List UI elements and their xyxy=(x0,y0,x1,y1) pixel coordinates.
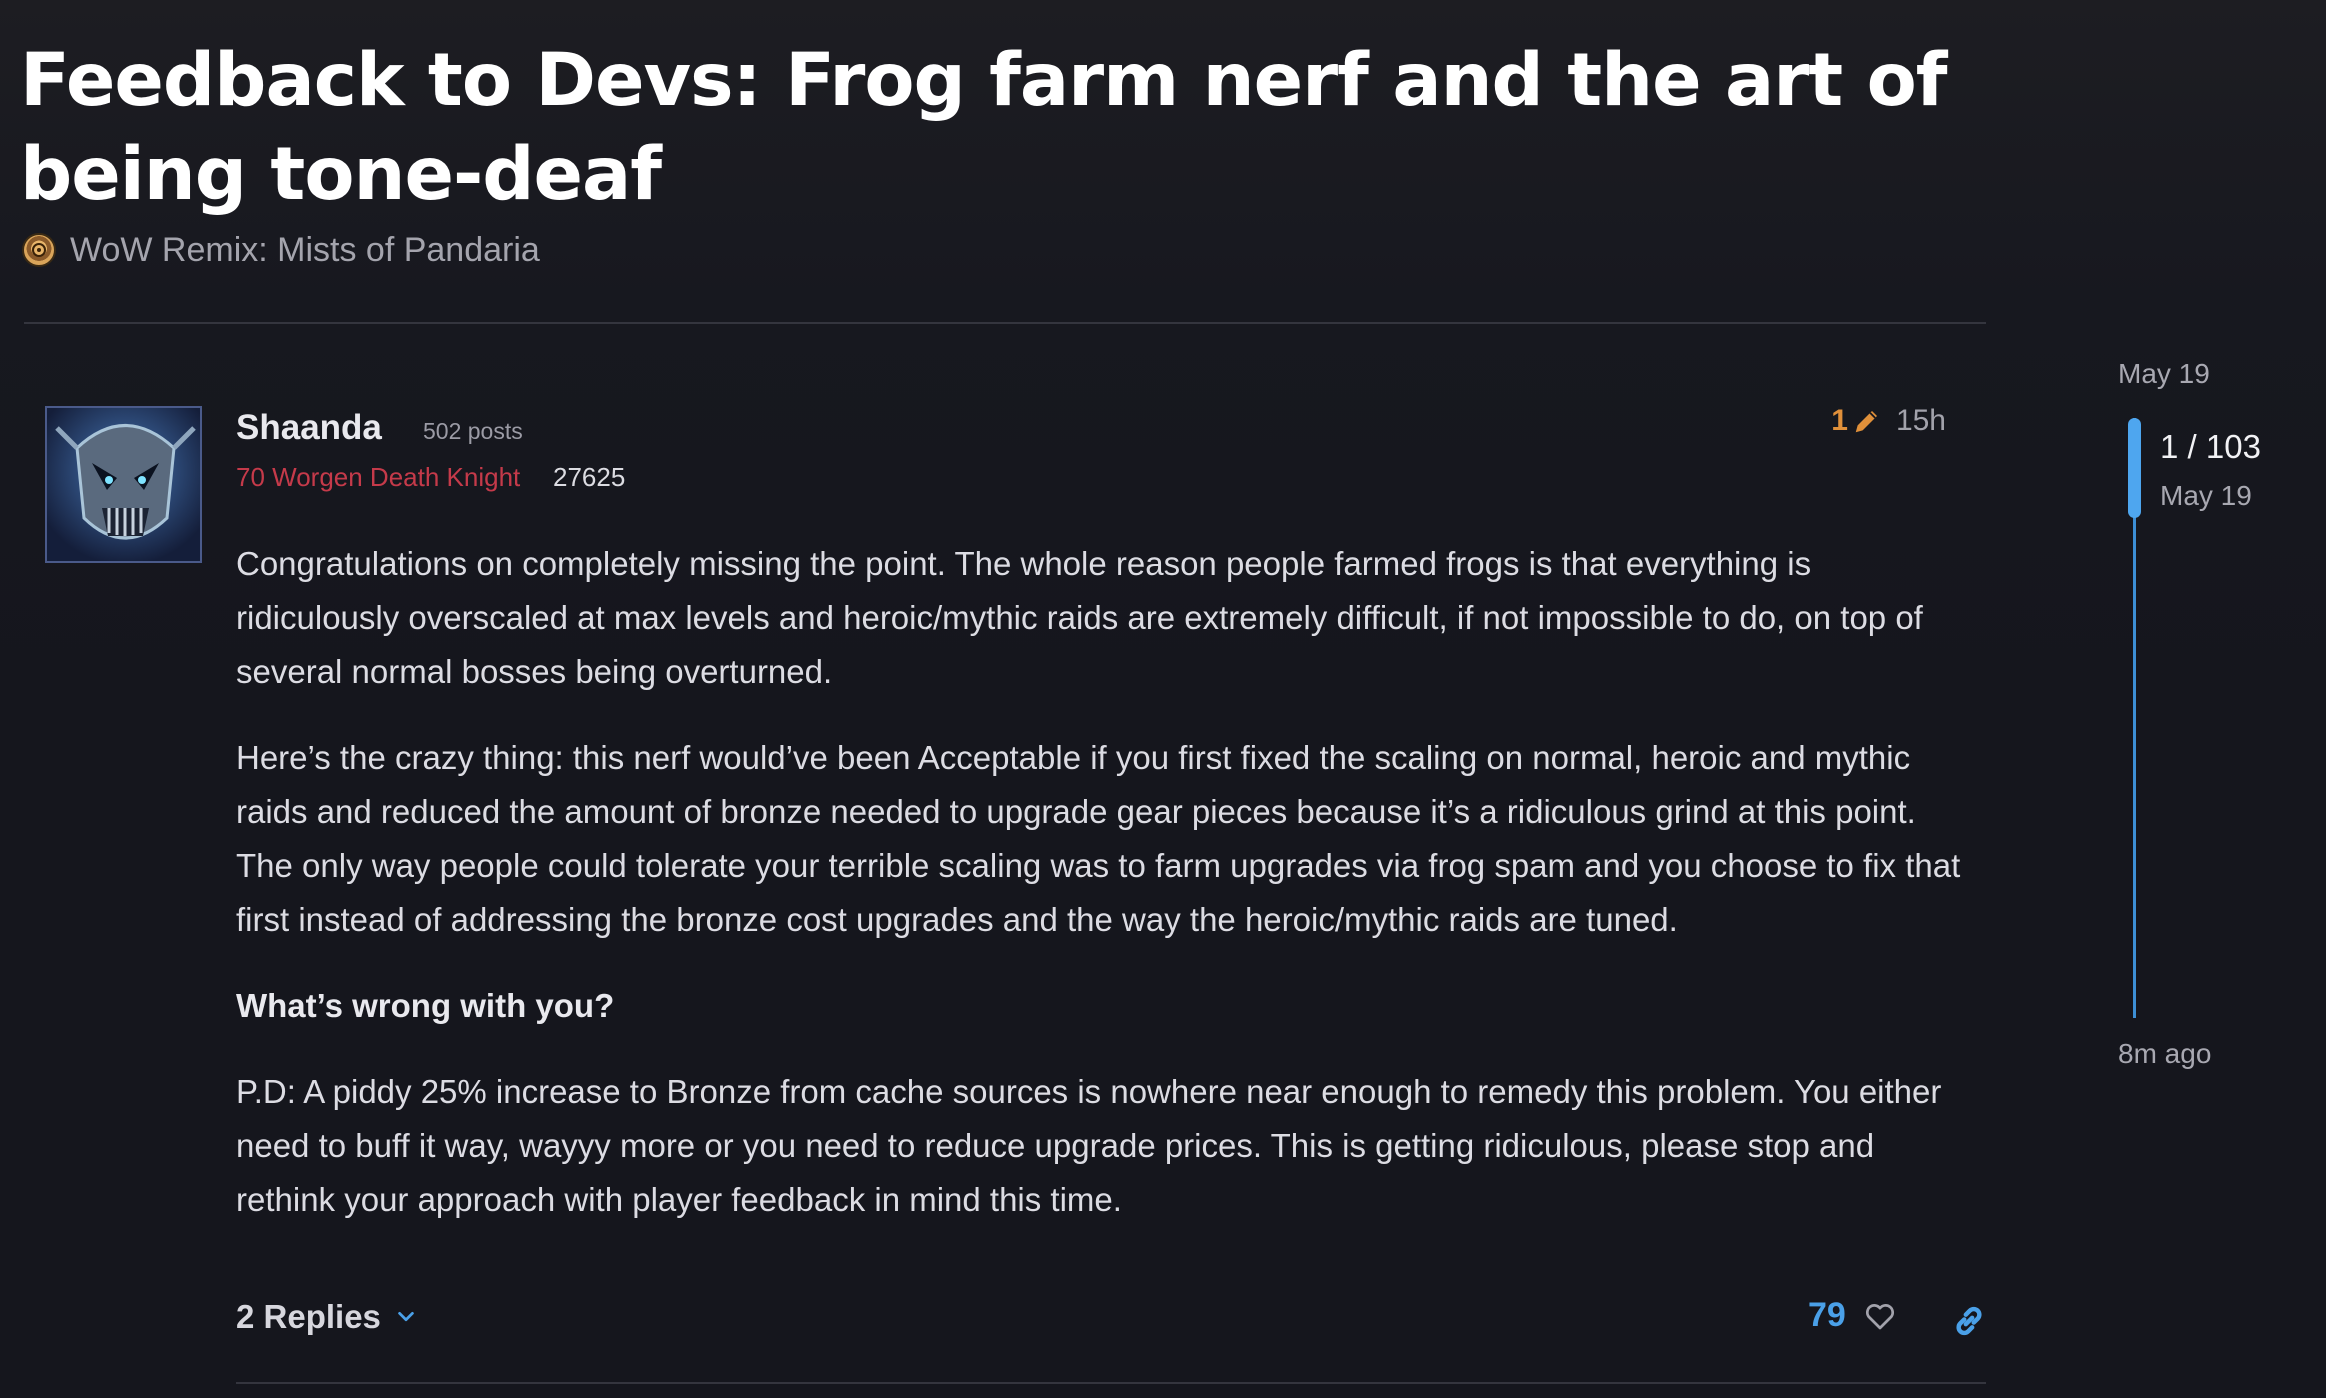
post-time[interactable]: 15h xyxy=(1896,404,1946,438)
chevron-down-icon xyxy=(398,1311,414,1322)
pencil-icon xyxy=(1855,411,1877,433)
user-title: 70 Worgen Death Knight xyxy=(236,462,521,492)
topic-title: Feedback to Devs: Frog farm nerf and the… xyxy=(20,38,1948,217)
category-badge[interactable]: WoW Remix: Mists of Pandaria xyxy=(22,226,540,274)
username[interactable]: Shaanda xyxy=(236,408,382,448)
post-paragraph-bold: What’s wrong with you? xyxy=(236,987,615,1024)
post-meta: 1 15h xyxy=(1831,404,1946,438)
timeline-position: 1 / 103 xyxy=(2160,428,2261,465)
post-count: 502 posts xyxy=(423,418,523,444)
avatar[interactable] xyxy=(45,406,202,563)
share-link-button[interactable] xyxy=(1950,1302,1988,1345)
replies-label: 2 Replies xyxy=(236,1298,381,1335)
timeline-position-date: May 19 xyxy=(2160,480,2252,511)
timeline-end-label[interactable]: 8m ago xyxy=(2118,1038,2211,1070)
post-divider xyxy=(236,1382,1986,1384)
edit-history-button[interactable]: 1 xyxy=(1831,404,1882,438)
timeline-handle[interactable] xyxy=(2128,418,2141,518)
post-paragraph: Here’s the crazy thing: this nerf would’… xyxy=(236,739,1961,938)
topic-page: Feedback to Devs: Frog farm nerf and the… xyxy=(0,0,2326,1398)
category-name[interactable]: WoW Remix: Mists of Pandaria xyxy=(70,231,540,270)
like-count[interactable]: 79 xyxy=(1808,1296,1846,1335)
post-paragraph: P.D: A piddy 25% increase to Bronze from… xyxy=(236,1073,1942,1218)
post-paragraph: Congratulations on completely missing th… xyxy=(236,545,1923,690)
like-control[interactable]: 79 xyxy=(1808,1296,1898,1335)
replies-toggle[interactable]: 2 Replies xyxy=(236,1298,417,1336)
header-divider xyxy=(24,322,1986,324)
edit-count: 1 xyxy=(1831,404,1848,437)
timeline-start-date[interactable]: May 19 xyxy=(2118,358,2210,390)
link-icon xyxy=(1956,1306,1982,1336)
achievement-points: 27625 xyxy=(553,462,626,492)
post-body: Congratulations on completely missing th… xyxy=(236,537,1976,1259)
category-emblem-icon xyxy=(22,233,56,267)
heart-icon[interactable] xyxy=(1862,1298,1898,1334)
